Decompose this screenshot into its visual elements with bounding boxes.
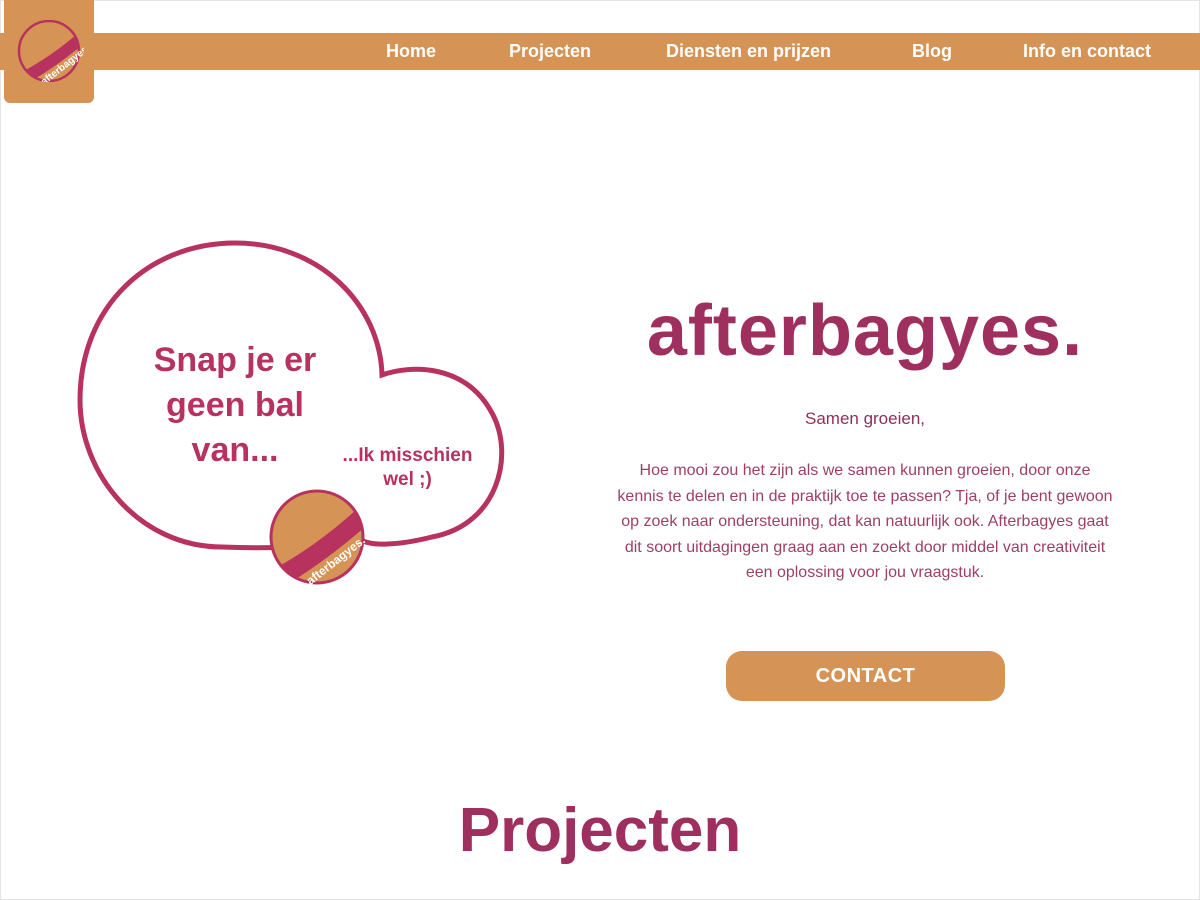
- contact-button[interactable]: CONTACT: [726, 651, 1005, 701]
- intro-text: Hoe mooi zou het zijn als we samen kunne…: [617, 462, 1113, 581]
- bubble-headline: Snap je er geen bal van...: [153, 341, 317, 469]
- projects-section-title: Projecten: [458, 796, 742, 865]
- nav-home[interactable]: Home: [386, 41, 436, 62]
- logo-ball-icon: afterbagyes.: [17, 20, 84, 82]
- bubble-subline: ...Ik misschien wel ;): [342, 445, 473, 490]
- tagline: Samen groeien,: [804, 409, 926, 428]
- nav-info[interactable]: Info en contact: [1023, 41, 1151, 62]
- nav-services[interactable]: Diensten en prijzen: [666, 41, 831, 62]
- nav-blog[interactable]: Blog: [912, 41, 952, 62]
- logo[interactable]: afterbagyes.: [4, 0, 94, 103]
- nav-projects[interactable]: Projecten: [509, 41, 591, 62]
- nav-bar: [0, 33, 1200, 70]
- brand-title: afterbagyes.: [646, 291, 1084, 371]
